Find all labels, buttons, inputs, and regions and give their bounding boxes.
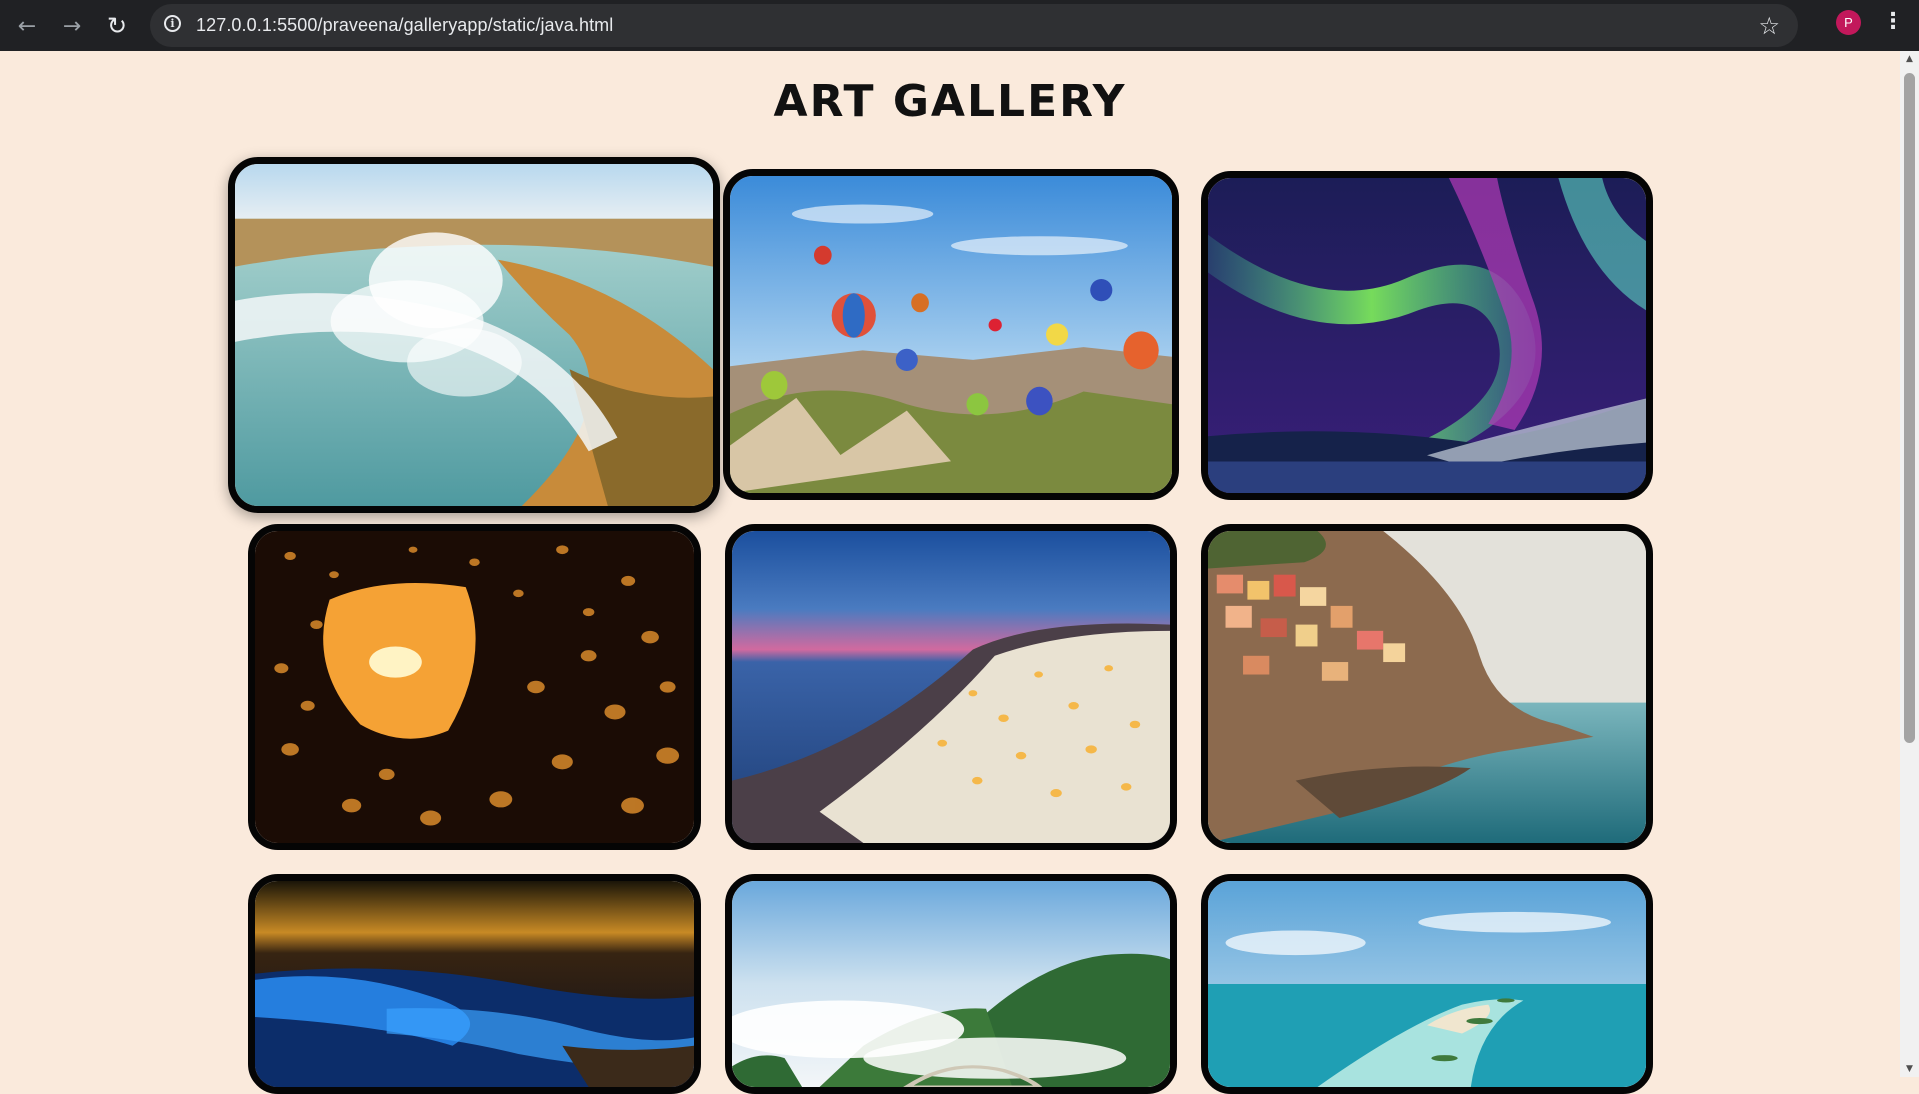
url-text[interactable]: 127.0.0.1:5500/praveena/galleryapp/stati… xyxy=(196,15,613,36)
gallery-image-sky-lanterns[interactable] xyxy=(248,524,701,850)
reload-icon[interactable]: ↻ xyxy=(99,8,135,44)
browser-toolbar: ← → ↻ i 127.0.0.1:5500/praveena/gallerya… xyxy=(0,0,1919,51)
profile-avatar[interactable]: P xyxy=(1836,10,1861,35)
gallery-image-tropical-islands[interactable] xyxy=(1201,874,1653,1094)
scroll-up-arrow-icon[interactable]: ▲ xyxy=(1900,51,1919,67)
kebab-menu-icon[interactable]: ⋮ xyxy=(1882,9,1904,34)
scroll-down-arrow-icon[interactable]: ▼ xyxy=(1900,1061,1919,1077)
scrollbar-thumb[interactable] xyxy=(1904,73,1915,743)
page-title: ART GALLERY xyxy=(773,76,1127,127)
gallery-image-aurora[interactable] xyxy=(1201,171,1653,500)
gallery-image-cliffside-village-night[interactable] xyxy=(725,524,1177,850)
gallery-image-glowing-beach[interactable] xyxy=(248,874,701,1094)
gallery-image-misty-mountains[interactable] xyxy=(725,874,1177,1094)
address-bar[interactable]: i 127.0.0.1:5500/praveena/galleryapp/sta… xyxy=(150,4,1798,47)
page-scrollbar[interactable]: ▲ ▼ xyxy=(1900,51,1919,1077)
site-info-icon[interactable]: i xyxy=(164,15,181,32)
arrow-left-icon[interactable]: ← xyxy=(9,8,45,44)
star-icon[interactable]: ☆ xyxy=(1758,12,1780,40)
arrow-right-icon[interactable]: → xyxy=(54,8,90,44)
gallery-image-waterfall[interactable] xyxy=(228,157,720,513)
gallery-image-cliffside-village-sea[interactable] xyxy=(1201,524,1653,850)
gallery-image-hot-air-balloons[interactable] xyxy=(723,169,1179,500)
